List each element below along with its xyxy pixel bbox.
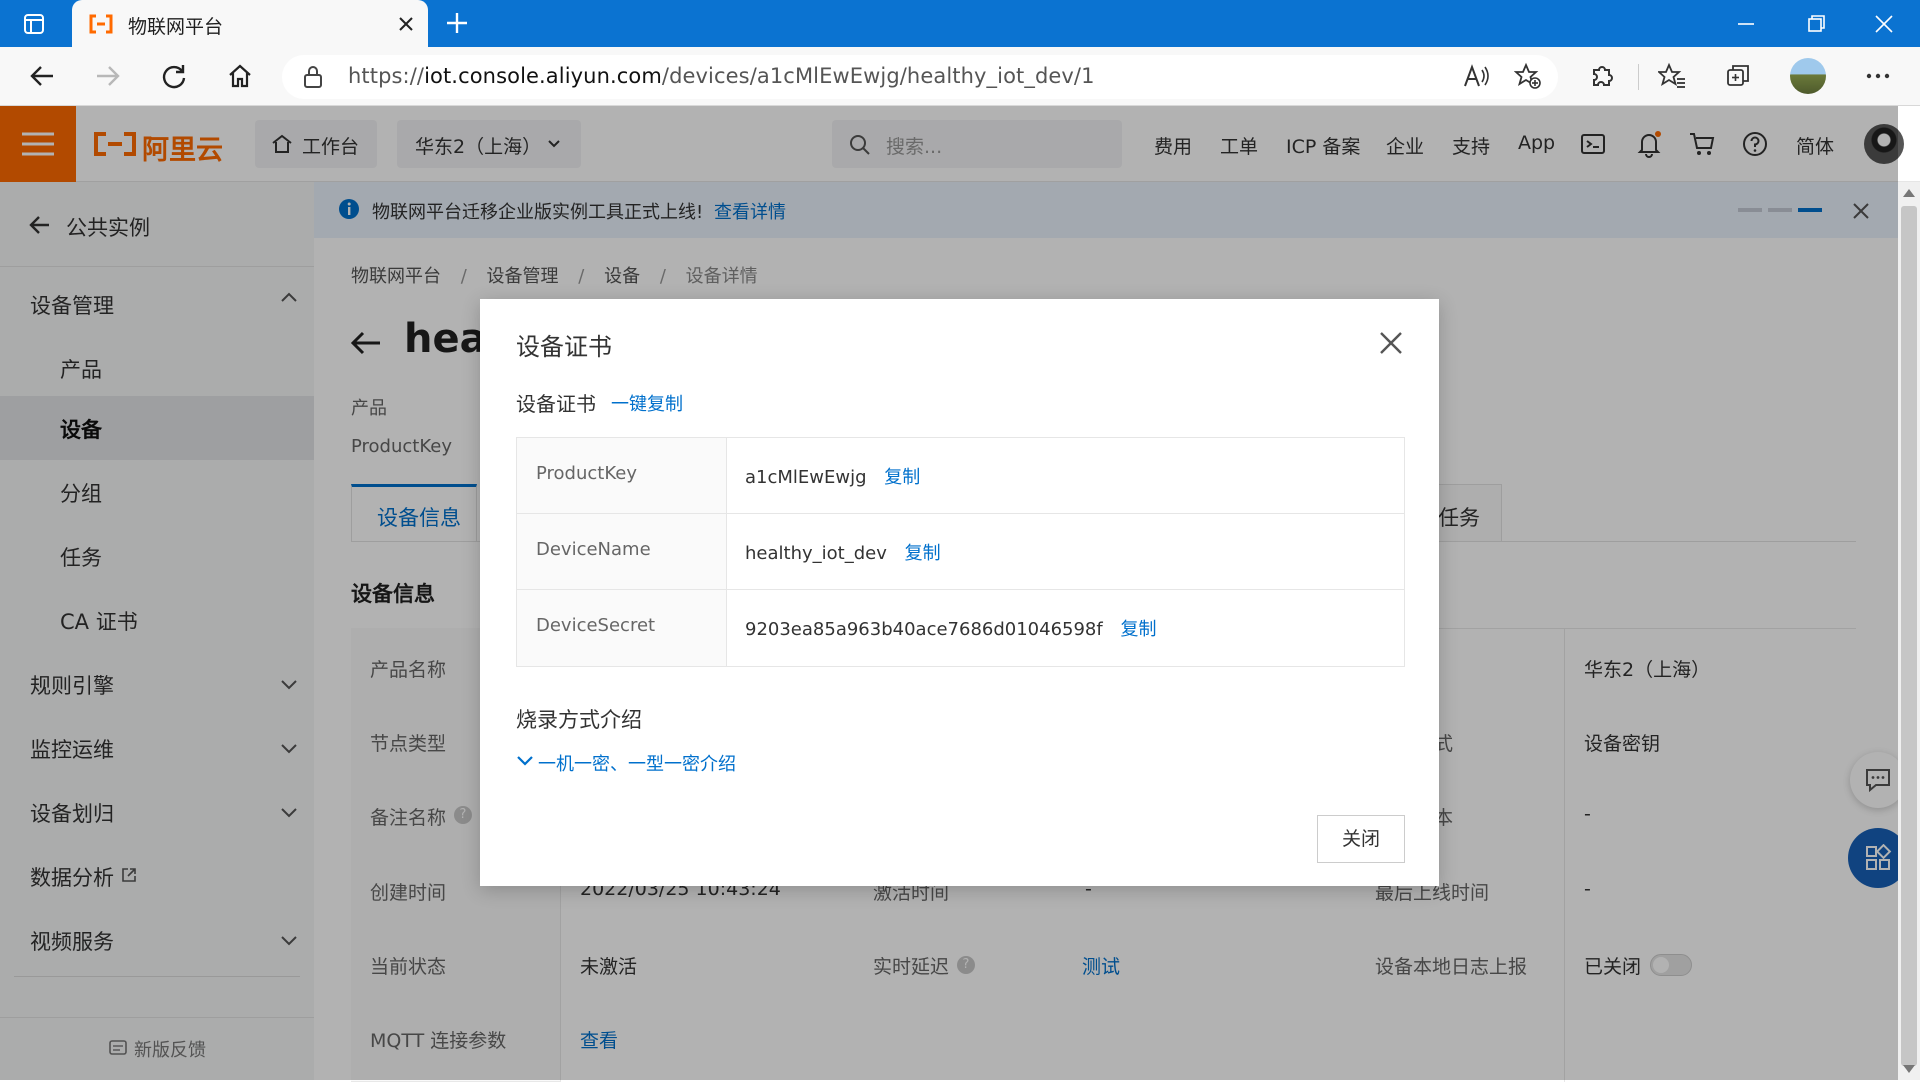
window-close-icon[interactable]	[1874, 14, 1894, 34]
reload-icon[interactable]	[160, 62, 188, 90]
url-text[interactable]: https://iot.console.aliyun.com/devices/a…	[348, 64, 1095, 88]
scroll-down-icon[interactable]	[1902, 1064, 1916, 1074]
read-aloud-icon[interactable]	[1462, 62, 1490, 90]
burn-method-link[interactable]: 一机一密、一型一密介绍	[538, 750, 736, 776]
extensions-icon[interactable]	[1588, 62, 1616, 90]
home-icon[interactable]	[226, 62, 254, 90]
toolbar-divider	[1638, 64, 1639, 90]
copy-devicesecret-button[interactable]: 复制	[1120, 619, 1156, 640]
dialog-close-button[interactable]: 关闭	[1317, 815, 1405, 863]
burn-method-title: 烧录方式介绍	[516, 708, 642, 732]
chevron-down-icon[interactable]	[516, 754, 534, 768]
window-minimize-icon[interactable]	[1736, 14, 1756, 34]
scroll-up-icon[interactable]	[1902, 188, 1916, 198]
certificate-table: ProductKey a1cMlEwEwjg 复制 DeviceName hea…	[516, 437, 1405, 667]
collections-icon[interactable]	[1724, 62, 1752, 90]
lock-icon[interactable]	[302, 65, 324, 89]
window-restore-icon[interactable]	[1806, 14, 1826, 34]
browser-tab[interactable]	[72, 0, 428, 47]
scrollbar-thumb[interactable]	[1901, 206, 1917, 1066]
forward-icon[interactable]	[94, 62, 122, 90]
copy-devicename-button[interactable]: 复制	[905, 543, 941, 564]
profile-avatar[interactable]	[1790, 58, 1826, 94]
cert-value-devicesecret: 9203ea85a963b40ace7686d01046598f 复制	[745, 619, 1157, 640]
cert-label-devicesecret: DeviceSecret	[536, 615, 656, 636]
dialog-close-icon[interactable]	[1378, 330, 1404, 356]
dialog-title: 设备证书	[516, 333, 612, 361]
tab-actions-icon[interactable]	[22, 12, 46, 36]
back-icon[interactable]	[28, 62, 56, 90]
dialog-subtitle: 设备证书	[516, 392, 596, 416]
aliyun-favicon-icon	[88, 12, 114, 36]
copy-all-link[interactable]: 一键复制	[611, 390, 683, 416]
more-menu-icon[interactable]	[1864, 62, 1892, 90]
add-favorite-icon[interactable]	[1514, 62, 1542, 90]
table-row: ProductKey a1cMlEwEwjg 复制	[517, 438, 1404, 514]
tab-close-icon[interactable]	[396, 14, 416, 34]
copy-productkey-button[interactable]: 复制	[884, 467, 920, 488]
cert-value-productkey: a1cMlEwEwjg 复制	[745, 467, 921, 488]
cert-label-productkey: ProductKey	[536, 463, 637, 484]
tab-title: 物联网平台	[128, 16, 224, 38]
new-tab-icon[interactable]	[444, 10, 470, 36]
cert-value-devicename: healthy_iot_dev 复制	[745, 543, 941, 564]
favorites-icon[interactable]	[1658, 62, 1686, 90]
cert-label-devicename: DeviceName	[536, 539, 651, 560]
table-row: DeviceName healthy_iot_dev 复制	[517, 514, 1404, 590]
table-row: DeviceSecret 9203ea85a963b40ace7686d0104…	[517, 590, 1404, 666]
